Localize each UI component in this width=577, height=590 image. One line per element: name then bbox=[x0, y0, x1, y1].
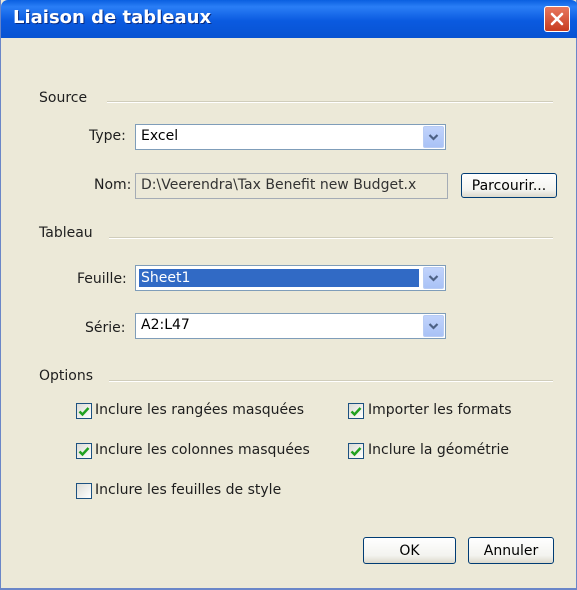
browse-button[interactable]: Parcourir... bbox=[461, 173, 557, 198]
checkmark-icon bbox=[350, 446, 362, 456]
include-geometry-checkbox[interactable] bbox=[348, 443, 364, 459]
checkmark-icon bbox=[78, 446, 90, 456]
tableau-group-label: Tableau bbox=[39, 225, 93, 241]
include-geometry-label: Inclure la géométrie bbox=[368, 442, 509, 458]
cancel-button[interactable]: Annuler bbox=[468, 537, 554, 564]
close-button[interactable] bbox=[544, 6, 570, 32]
chevron-down-icon bbox=[428, 323, 439, 330]
sheet-dropdown[interactable]: Sheet1 bbox=[135, 265, 446, 291]
import-formats-checkbox[interactable] bbox=[348, 403, 364, 419]
tableau-group-line bbox=[109, 237, 553, 239]
options-group-label: Options bbox=[39, 368, 94, 384]
range-value: A2:L47 bbox=[141, 317, 190, 333]
sheet-dropdown-arrow[interactable] bbox=[423, 267, 444, 289]
range-dropdown[interactable]: A2:L47 bbox=[135, 313, 446, 339]
chevron-down-icon bbox=[428, 275, 439, 282]
sheet-label: Feuille: bbox=[77, 271, 127, 287]
nom-value: D:\Veerendra\Tax Benefit new Budget.x bbox=[141, 177, 417, 193]
type-label: Type: bbox=[89, 128, 126, 144]
range-label: Série: bbox=[85, 320, 126, 336]
sheet-selection: Sheet1 bbox=[139, 269, 419, 287]
title-bar[interactable]: Liaison de tableaux bbox=[1, 0, 577, 38]
chevron-down-icon bbox=[428, 134, 439, 141]
checkmark-icon bbox=[350, 406, 362, 416]
include-stylesheets-label: Inclure les feuilles de style bbox=[95, 482, 282, 498]
include-hidden-columns-checkbox[interactable] bbox=[76, 443, 92, 459]
close-icon bbox=[550, 12, 564, 26]
sheet-value: Sheet1 bbox=[141, 270, 191, 286]
include-stylesheets-checkbox[interactable] bbox=[76, 483, 92, 499]
type-dropdown-arrow[interactable] bbox=[423, 126, 444, 148]
source-group-label: Source bbox=[39, 90, 88, 106]
source-group-line bbox=[107, 101, 553, 103]
nom-field[interactable]: D:\Veerendra\Tax Benefit new Budget.x bbox=[135, 173, 448, 199]
include-hidden-rows-label: Inclure les rangées masquées bbox=[95, 402, 305, 418]
type-dropdown[interactable]: Excel bbox=[135, 124, 446, 150]
import-formats-label: Importer les formats bbox=[368, 402, 512, 418]
dialog-window: Liaison de tableaux Source Type: Excel N… bbox=[0, 0, 577, 590]
include-hidden-rows-checkbox[interactable] bbox=[76, 403, 92, 419]
ok-button[interactable]: OK bbox=[363, 537, 456, 564]
range-dropdown-arrow[interactable] bbox=[423, 315, 444, 337]
nom-label: Nom: bbox=[94, 177, 132, 193]
type-value: Excel bbox=[141, 128, 179, 144]
include-hidden-columns-label: Inclure les colonnes masquées bbox=[95, 442, 310, 458]
window-title: Liaison de tableaux bbox=[13, 7, 212, 28]
options-group-line bbox=[109, 380, 553, 382]
checkmark-icon bbox=[78, 406, 90, 416]
